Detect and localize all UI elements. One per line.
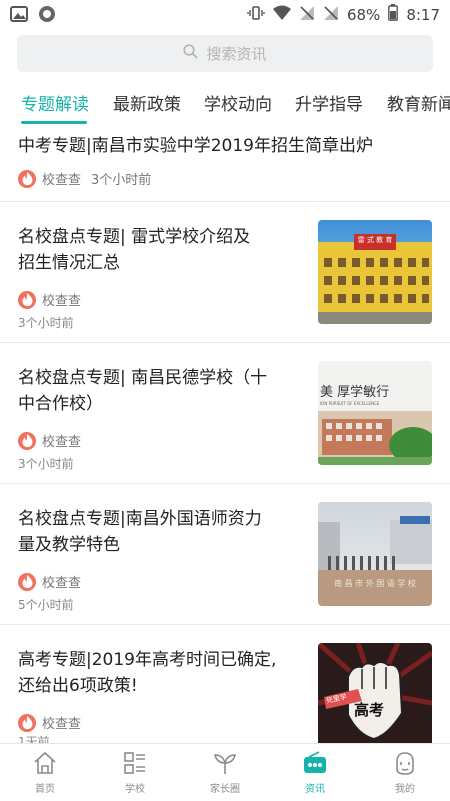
news-radio-icon [304, 751, 326, 773]
profile-icon [396, 752, 414, 775]
nav-news-label: 资讯 [305, 784, 325, 795]
news-source: 校查查 [42, 435, 82, 450]
clock-time: 8:17 [406, 5, 440, 24]
news-item[interactable]: 名校盘点专题| 南昌民德学校（十 中合作校） 校查查 3个小时前 美 厚学敏行 … [0, 343, 450, 484]
news-title: 名校盘点专题| 南昌民德学校（十 中合作校） [18, 365, 267, 417]
news-time: 3个小时前 [18, 457, 74, 471]
news-meta: 校查查 [18, 572, 81, 591]
thumbnail-slogan: 美 厚学敏行 [320, 385, 390, 400]
news-item[interactable]: 名校盘点专题| 雷式学校介绍及 招生情况汇总 校查查 3个小时前 雷 式 教 育 [0, 202, 450, 343]
status-bar: 68% 8:17 [0, 0, 450, 28]
news-title-line: 名校盘点专题| 南昌民德学校（十 [18, 368, 268, 388]
news-thumbnail[interactable]: 雷 式 教 育 [318, 220, 432, 324]
news-title-line: 量及教学特色 [18, 535, 120, 555]
thumbnail-sign: 南 昌 市 外 国 语 学 校 [334, 579, 416, 588]
news-source: 校查查 [42, 173, 82, 188]
thumbnail-slogan-sub: ION PURSUIT OF EXCELLENCE [320, 401, 380, 406]
news-title: 高考专题|2019年高考时间已确定, 还给出6项政策! [18, 647, 276, 699]
active-tab-indicator [21, 121, 87, 124]
category-tabs: 专题解读 最新政策 学校动向 升学指导 教育新闻 [0, 86, 450, 126]
tab-admission-guide[interactable]: 升学指导 [295, 90, 363, 115]
fire-icon [18, 713, 36, 732]
news-title-line: 招生情况汇总 [18, 253, 120, 273]
nav-parents-circle-label: 家长圈 [210, 784, 240, 795]
news-meta: 校查查 [18, 290, 81, 309]
news-meta: 校查查 3个小时前 [18, 169, 151, 188]
no-signal-icon [299, 5, 315, 25]
news-item[interactable]: 名校盘点专题|南昌外国语师资力 量及教学特色 校查查 5个小时前 南 昌 市 外… [0, 484, 450, 625]
news-title-line: 中合作校） [18, 394, 103, 414]
news-title: 名校盘点专题|南昌外国语师资力 量及教学特色 [18, 506, 262, 558]
search-bar[interactable]: 搜索资讯 [17, 35, 433, 72]
news-thumbnail[interactable]: 美 厚学敏行 ION PURSUIT OF EXCELLENCE [318, 361, 432, 465]
fire-icon [18, 290, 36, 309]
news-item[interactable]: 高考专题|2019年高考时间已确定, 还给出6项政策! 校查查 1天前 高考 死… [0, 625, 450, 743]
no-signal-icon-2 [323, 5, 339, 25]
fire-icon [18, 169, 36, 188]
tab-special-topics[interactable]: 专题解读 [21, 90, 89, 115]
nav-profile-label: 我的 [395, 784, 415, 795]
nav-news[interactable]: 资讯 [285, 750, 345, 795]
tab-school-news[interactable]: 学校动向 [204, 90, 272, 115]
news-title-line: 还给出6项政策! [18, 676, 138, 696]
news-item[interactable]: 中考专题|南昌市实验中学2019年招生简章出炉 校查查 3个小时前 [0, 126, 450, 202]
news-title: 中考专题|南昌市实验中学2019年招生简章出炉 [18, 133, 373, 159]
news-time: 5个小时前 [18, 598, 74, 612]
nav-home-label: 首页 [35, 784, 55, 795]
battery-icon [388, 4, 399, 25]
news-source: 校查查 [42, 717, 82, 732]
tab-education-news[interactable]: 教育新闻 [387, 90, 450, 115]
search-placeholder: 搜索资讯 [206, 45, 267, 63]
news-thumbnail[interactable]: 高考 死里学 [318, 643, 432, 743]
nav-profile[interactable]: 我的 [375, 750, 435, 795]
image-notification-icon [10, 6, 28, 26]
thumbnail-sign: 雷 式 教 育 [357, 236, 393, 244]
wifi-icon [272, 5, 291, 25]
news-title: 名校盘点专题| 雷式学校介绍及 招生情况汇总 [18, 224, 250, 276]
nav-parents-circle[interactable]: 家长圈 [195, 750, 255, 795]
news-meta: 校查查 [18, 713, 81, 732]
news-time: 1天前 [18, 735, 50, 743]
home-icon [34, 751, 56, 774]
thumbnail-poster-text: 高考 [354, 701, 385, 719]
nav-home[interactable]: 首页 [15, 750, 75, 795]
school-list-icon [124, 752, 145, 774]
tab-latest-policy[interactable]: 最新政策 [113, 90, 181, 115]
news-time: 3个小时前 [18, 316, 74, 330]
news-time: 3个小时前 [91, 173, 152, 188]
news-title-line: 名校盘点专题| 雷式学校介绍及 [18, 227, 251, 247]
battery-percent: 68% [346, 5, 381, 24]
nav-school-label: 学校 [125, 784, 145, 795]
news-thumbnail[interactable]: 南 昌 市 外 国 语 学 校 [318, 502, 432, 606]
news-source: 校查查 [42, 576, 82, 591]
circle-notification-icon [38, 5, 56, 27]
news-meta: 校查查 [18, 431, 81, 450]
nav-school[interactable]: 学校 [105, 750, 165, 795]
fire-icon [18, 431, 36, 450]
news-title-line: 中考专题|南昌市实验中学2019年招生简章出炉 [18, 136, 373, 156]
fire-icon [18, 572, 36, 591]
bottom-navigation: 首页 学校 家长圈 资讯 我的 [0, 743, 450, 801]
news-title-line: 高考专题|2019年高考时间已确定, [18, 650, 277, 670]
search-icon [183, 44, 199, 63]
news-title-line: 名校盘点专题|南昌外国语师资力 [18, 509, 262, 529]
sprout-icon [213, 754, 237, 774]
vibrate-icon [247, 5, 265, 25]
news-source: 校查查 [42, 294, 82, 309]
